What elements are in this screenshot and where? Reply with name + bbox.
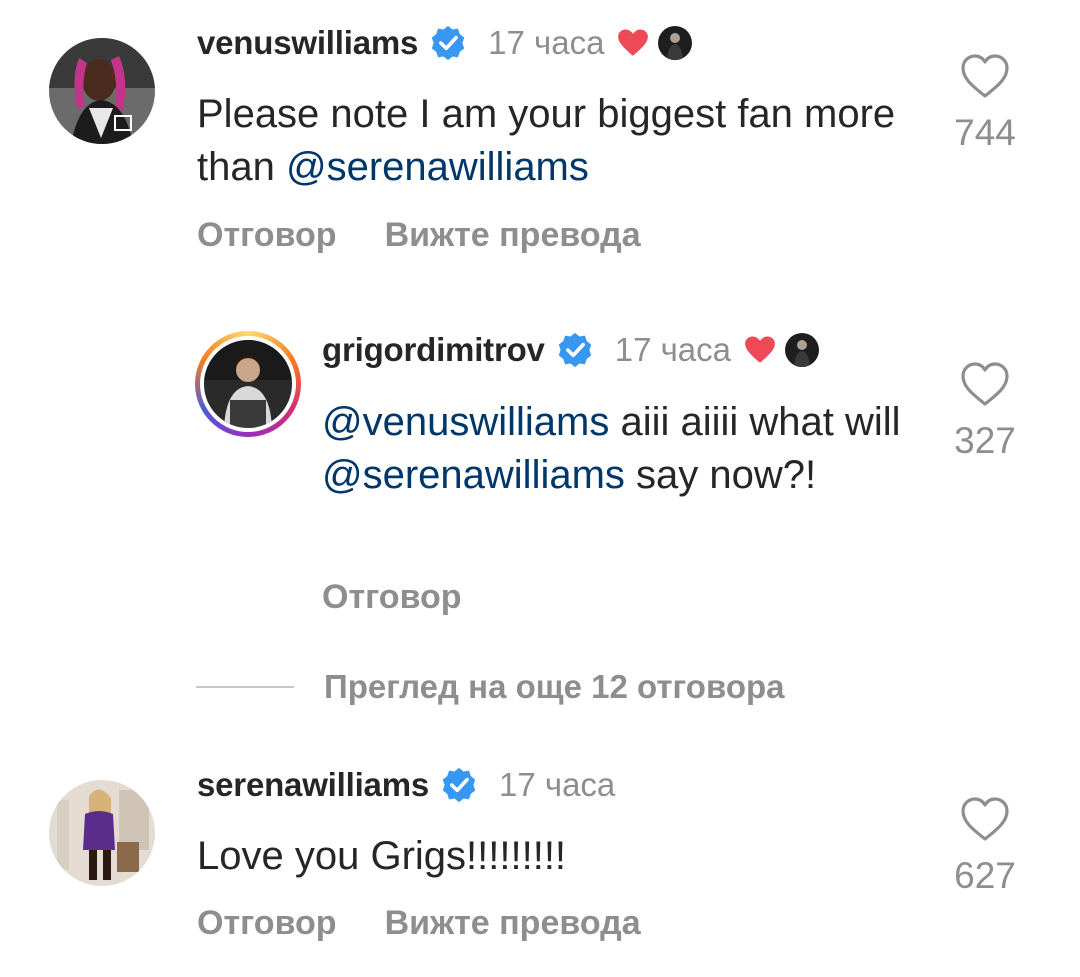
verified-badge-icon bbox=[431, 25, 465, 61]
comment-body: @venuswilliams aiii aiiii what will @ser… bbox=[322, 396, 932, 502]
author-avatar-mini bbox=[658, 26, 693, 60]
username-link[interactable]: serenawilliams bbox=[197, 766, 429, 804]
heart-icon bbox=[745, 336, 775, 363]
username-link[interactable]: grigordimitrov bbox=[322, 331, 545, 369]
see-translation-button[interactable]: Вижте превода bbox=[385, 216, 641, 255]
comment-body: Love you Grigs!!!!!!!!! bbox=[197, 830, 897, 883]
reply-button[interactable]: Отговор bbox=[197, 904, 337, 943]
heart-outline-icon[interactable] bbox=[959, 795, 1011, 843]
mention-link[interactable]: @serenawilliams bbox=[286, 145, 589, 189]
comment-header: venuswilliams 17 часа bbox=[197, 21, 693, 65]
username-link[interactable]: venuswilliams bbox=[197, 24, 418, 62]
reply-button[interactable]: Отговор bbox=[322, 578, 462, 617]
comment-text: Love you Grigs!!!!!!!!! bbox=[197, 834, 567, 878]
comment-actions: Отговор bbox=[322, 578, 462, 617]
like-column: 627 bbox=[940, 795, 1030, 897]
heart-outline-icon[interactable] bbox=[959, 360, 1011, 408]
avatar-serenawilliams[interactable] bbox=[49, 780, 155, 886]
comment-header: grigordimitrov 17 часа bbox=[322, 328, 819, 372]
avatar-image bbox=[204, 340, 292, 428]
comment-time: 17 часа bbox=[614, 331, 731, 368]
verified-badge-icon bbox=[442, 767, 476, 803]
comment-actions: Отговор Вижте превода bbox=[197, 216, 641, 255]
reply-button[interactable]: Отговор bbox=[197, 216, 337, 255]
comment-header: serenawilliams 17 часа bbox=[197, 763, 615, 807]
comment-text: say now?! bbox=[624, 453, 817, 497]
like-count: 627 bbox=[954, 855, 1016, 896]
avatar-image bbox=[49, 38, 155, 144]
comment-body: Please note I am your biggest fan more t… bbox=[197, 88, 897, 194]
like-count: 744 bbox=[954, 112, 1016, 153]
avatar-image bbox=[49, 780, 155, 886]
like-count: 327 bbox=[954, 420, 1016, 461]
like-column: 327 bbox=[940, 360, 1030, 462]
view-more-replies-label: Преглед на още 12 отговора bbox=[324, 668, 785, 705]
heart-icon bbox=[618, 29, 649, 56]
like-column: 744 bbox=[940, 52, 1030, 154]
heart-outline-icon[interactable] bbox=[959, 52, 1011, 100]
see-translation-button[interactable]: Вижте превода bbox=[385, 904, 641, 943]
avatar-venuswilliams[interactable] bbox=[49, 38, 155, 144]
comment-text: aiii aiiii what will bbox=[609, 400, 901, 444]
avatar-grigordimitrov[interactable] bbox=[195, 331, 301, 437]
view-more-replies-button[interactable]: Преглед на още 12 отговора bbox=[196, 668, 785, 706]
comment-time: 17 часа bbox=[488, 24, 605, 61]
comment-time: 17 часа bbox=[499, 766, 616, 803]
comment-actions: Отговор Вижте превода bbox=[197, 904, 641, 943]
mention-link[interactable]: @venuswilliams bbox=[322, 400, 609, 444]
verified-badge-icon bbox=[558, 332, 591, 368]
mention-link[interactable]: @serenawilliams bbox=[322, 453, 625, 497]
author-avatar-mini bbox=[785, 333, 819, 367]
divider-line bbox=[196, 686, 294, 688]
